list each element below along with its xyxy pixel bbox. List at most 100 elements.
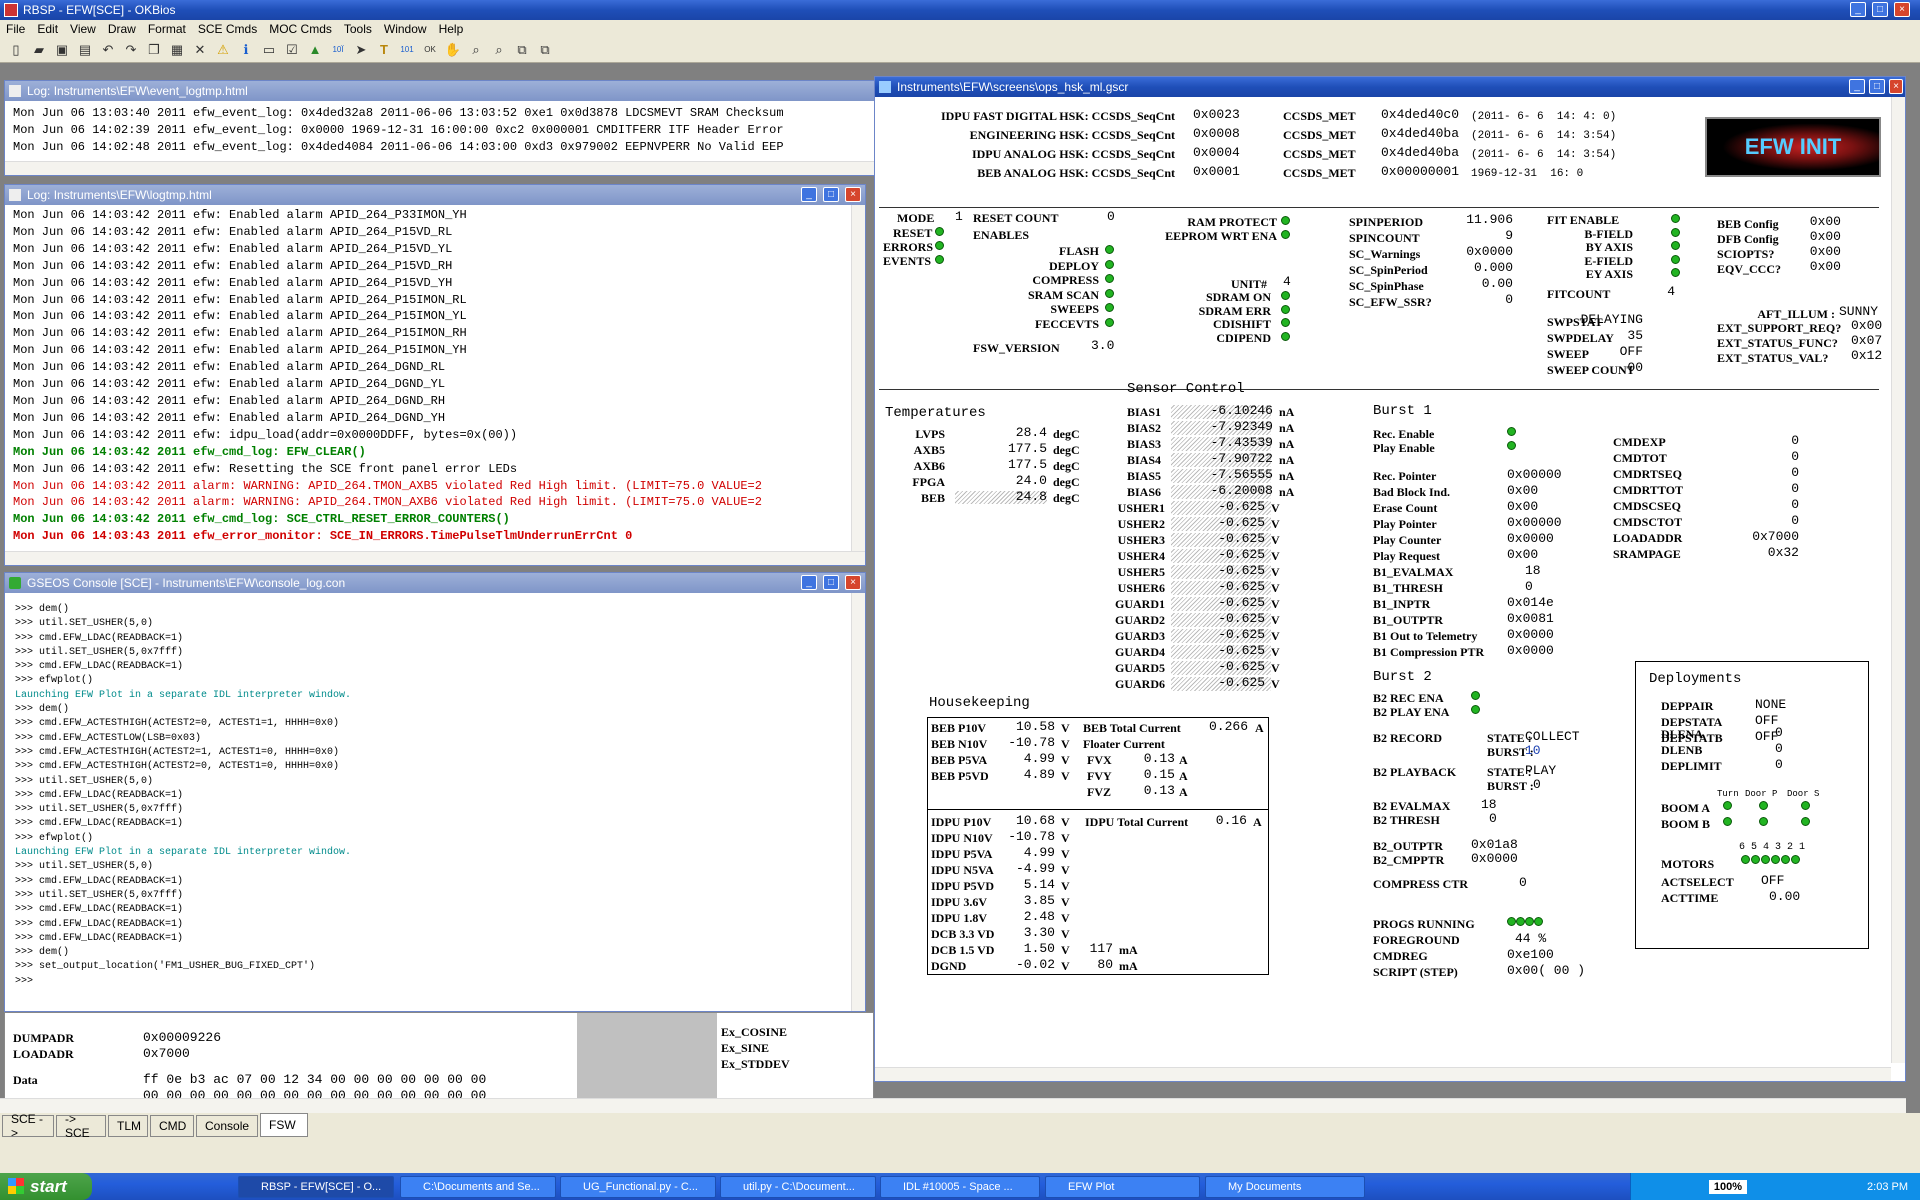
usher-label: USHER1 <box>1117 501 1165 515</box>
logtmp-vscroll[interactable] <box>851 205 865 551</box>
hsk-seq-label: IDPU FAST DIGITAL HSK: CCSDS_SeqCnt <box>940 109 1175 123</box>
zoom-icon[interactable]: ⌕ <box>466 40 486 60</box>
temperatures-title: Temperatures <box>885 405 986 421</box>
cascade-icon[interactable]: ⧉ <box>512 40 532 60</box>
idpu-label: DCB 1.5 VD <box>931 943 995 957</box>
b2-play-ena-label: B2 PLAY ENA <box>1373 705 1450 719</box>
console-line: >>> cmd.EFW_LDAC(READBACK=1) <box>15 661 184 673</box>
usher-value: -0.625 <box>1218 499 1265 514</box>
taskbar-item[interactable]: My Documents <box>1205 1176 1365 1198</box>
usher-value: -0.625 <box>1218 595 1265 610</box>
open-folder-icon[interactable]: ▰ <box>29 40 49 60</box>
minimize-button[interactable]: _ <box>801 187 817 202</box>
close-button[interactable]: × <box>845 575 861 590</box>
taskbar-item[interactable]: EFW Plot <box>1045 1176 1200 1198</box>
tab-fsw[interactable]: FSW <box>260 1113 308 1137</box>
hex-value-icon[interactable]: 10Ï <box>328 40 348 60</box>
info-icon[interactable]: ℹ <box>236 40 256 60</box>
menu-moc-cmds[interactable]: MOC Cmds <box>263 22 338 36</box>
maximize-button[interactable]: □ <box>823 187 839 202</box>
close-button[interactable]: × <box>1889 79 1903 94</box>
event-log-hscroll[interactable] <box>5 161 875 175</box>
burst1-value: 0x00000 <box>1507 515 1562 530</box>
taskbar-item[interactable]: C:\Documents and Se... <box>400 1176 556 1198</box>
console-titlebar[interactable]: GSEOS Console [SCE] - Instruments\EFW\co… <box>5 573 865 593</box>
maximize-button[interactable]: □ <box>823 575 839 590</box>
hand-icon[interactable]: ✋ <box>443 40 463 60</box>
zoom-out-icon[interactable]: ⌕ <box>489 40 509 60</box>
app-titlebar[interactable]: RBSP - EFW[SCE] - OKBios _ □ × <box>0 0 1920 20</box>
taskbar-item[interactable]: IDL #10005 - Space ... <box>880 1176 1040 1198</box>
clock[interactable]: 2:03 PM <box>1867 1181 1908 1193</box>
taskbar-item[interactable]: RBSP - EFW[SCE] - O... <box>238 1176 394 1198</box>
usher-label: GUARD1 <box>1115 597 1165 611</box>
logtmp-content[interactable]: Mon Jun 06 14:03:42 2011 efw: Enabled al… <box>13 207 849 547</box>
tab-tlm[interactable]: TLM <box>108 1115 148 1137</box>
copy-icon[interactable]: ❐ <box>144 40 164 60</box>
display-icon[interactable]: ▭ <box>259 40 279 60</box>
close-button[interactable]: × <box>1894 2 1910 17</box>
motor-led <box>1761 855 1770 864</box>
menu-format[interactable]: Format <box>142 22 192 36</box>
hsk-titlebar[interactable]: Instruments\EFW\screens\ops_hsk_ml.gscr … <box>875 77 1905 97</box>
hsk-seq-label: BEB ANALOG HSK: CCSDS_SeqCnt <box>977 166 1175 180</box>
main-hscroll[interactable] <box>0 1098 1906 1114</box>
console-content[interactable]: >>> dem() >>> util.SET_USHER(5,0) >>> cmd.… <box>15 603 849 1003</box>
eyaxis-led <box>1671 268 1680 277</box>
close-button[interactable]: × <box>845 187 861 202</box>
bias-unit: nA <box>1279 437 1295 451</box>
b2-outptr-value: 0x01a8 <box>1471 837 1518 852</box>
binary-value-icon[interactable]: 101 <box>397 40 417 60</box>
event-log-titlebar[interactable]: Log: Instruments\EFW\event_logtmp.html <box>5 81 875 101</box>
taskbar-item[interactable]: UG_Functional.py - C... <box>560 1176 716 1198</box>
boom-b-turn-led <box>1723 817 1732 826</box>
start-button[interactable]: start <box>0 1173 92 1200</box>
tab-console[interactable]: Console <box>196 1115 258 1137</box>
maximize-button[interactable]: □ <box>1869 79 1885 94</box>
text-tool-icon[interactable]: T <box>374 40 394 60</box>
hsk-met-label: CCSDS_MET <box>1283 166 1356 180</box>
minimize-button[interactable]: _ <box>1850 2 1866 17</box>
menu-file[interactable]: File <box>0 22 31 36</box>
tile-icon[interactable]: ⧉ <box>535 40 555 60</box>
logtmp-titlebar[interactable]: Log: Instruments\EFW\logtmp.html _ □ × <box>5 185 865 205</box>
menu-tools[interactable]: Tools <box>338 22 378 36</box>
ex-sine-label: Ex_SINE <box>721 1041 770 1055</box>
menu-edit[interactable]: Edit <box>31 22 64 36</box>
logtmp-hscroll[interactable] <box>5 551 865 565</box>
chart-icon[interactable]: ▲ <box>305 40 325 60</box>
checkbox-icon[interactable]: ☑ <box>282 40 302 60</box>
menu-draw[interactable]: Draw <box>102 22 142 36</box>
save-icon[interactable]: ▣ <box>52 40 72 60</box>
tab-cmd[interactable]: CMD <box>150 1115 194 1137</box>
minimize-button[interactable]: _ <box>801 575 817 590</box>
ok-button-icon[interactable]: OK <box>420 40 440 60</box>
maximize-button[interactable]: □ <box>1872 2 1888 17</box>
menu-view[interactable]: View <box>64 22 102 36</box>
delete-icon[interactable]: ✕ <box>190 40 210 60</box>
new-file-icon[interactable]: ▯ <box>6 40 26 60</box>
menu-sce-cmds[interactable]: SCE Cmds <box>192 22 263 36</box>
spin-value: 0 <box>1505 292 1513 307</box>
tab-sce-out[interactable]: SCE -> <box>2 1112 54 1140</box>
boom-a-doors-led <box>1801 801 1810 810</box>
hsk-hscroll[interactable] <box>875 1067 1891 1081</box>
burst1-label: B1_EVALMAX <box>1373 565 1454 579</box>
undo-icon[interactable]: ↶ <box>98 40 118 60</box>
event-log-content[interactable]: Mon Jun 06 13:03:40 2011 efw_event_log: … <box>13 105 873 161</box>
taskbar-item[interactable]: util.py - C:\Document... <box>720 1176 876 1198</box>
minimize-button[interactable]: _ <box>1849 79 1865 94</box>
console-vscroll[interactable] <box>851 593 865 1011</box>
hsk-vscroll[interactable] <box>1891 97 1905 1063</box>
tab-sce-in[interactable]: -> SCE <box>56 1112 106 1140</box>
menu-window[interactable]: Window <box>378 22 433 36</box>
print-icon[interactable]: ▤ <box>75 40 95 60</box>
warning-icon[interactable]: ⚠ <box>213 40 233 60</box>
menu-help[interactable]: Help <box>433 22 470 36</box>
zoom-indicator[interactable]: 100% <box>1708 1179 1748 1194</box>
pointer-icon[interactable]: ➤ <box>351 40 371 60</box>
log-line: Mon Jun 06 14:03:42 2011 efw: Enabled al… <box>13 309 467 324</box>
toolbar: ▯ ▰ ▣ ▤ ↶ ↷ ❐ ▦ ✕ ⚠ ℹ ▭ ☑ ▲ 10Ï ➤ T 101 … <box>0 37 1920 63</box>
redo-icon[interactable]: ↷ <box>121 40 141 60</box>
paste-icon[interactable]: ▦ <box>167 40 187 60</box>
